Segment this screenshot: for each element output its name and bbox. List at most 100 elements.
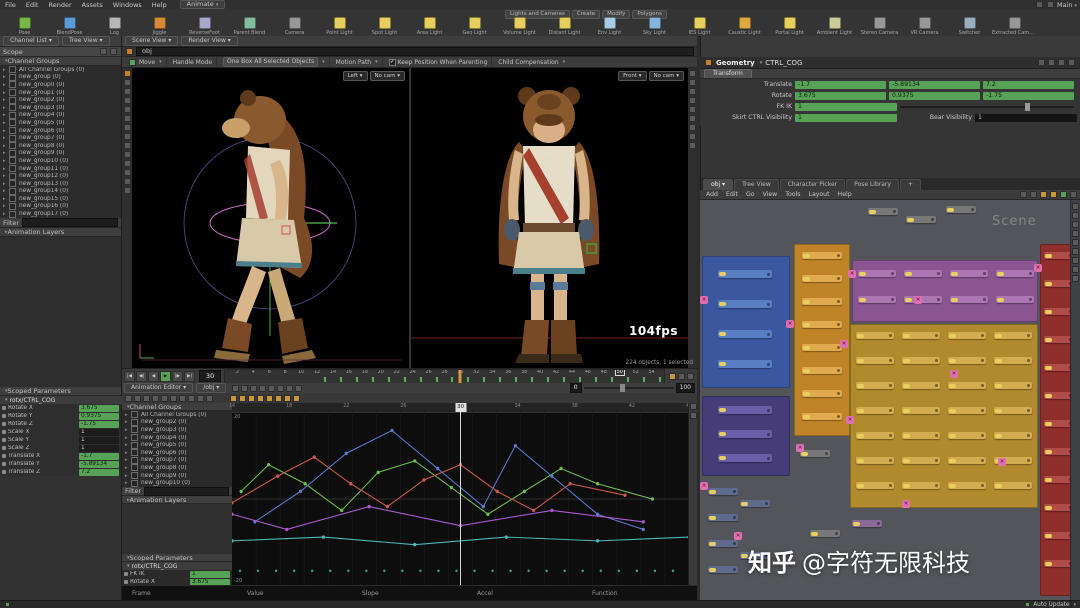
node-flag-icon[interactable]: [719, 362, 726, 366]
keyframe-tick[interactable]: [547, 376, 550, 382]
shelf-tool-vr-camera[interactable]: VR Camera: [902, 17, 947, 36]
checkbox-icon[interactable]: [9, 165, 16, 173]
node-flag-icon[interactable]: [1045, 421, 1052, 426]
ae-mode-icon[interactable]: [197, 394, 204, 402]
ae-tool-icon[interactable]: [259, 384, 267, 392]
keyframe-point[interactable]: [650, 497, 655, 501]
ae-groups-header[interactable]: ▾ Channel Groups: [122, 403, 232, 411]
node-flag-icon[interactable]: [1045, 281, 1052, 286]
node-flag-icon[interactable]: [949, 458, 956, 463]
network-node[interactable]: [856, 432, 894, 439]
shelf-tool-reversefoot[interactable]: ReverseFoot: [182, 17, 227, 36]
shelf-tool-geo-light[interactable]: Geo Light: [452, 17, 497, 36]
node-flag-icon[interactable]: [1045, 449, 1052, 454]
keyframe-tick[interactable]: [610, 376, 613, 382]
node-flag-icon[interactable]: [995, 358, 1002, 363]
keyframe-tick[interactable]: [323, 376, 326, 382]
network-menu-go[interactable]: Go: [742, 191, 759, 198]
timeline-frame-16[interactable]: 16: [346, 370, 352, 375]
grid-icon[interactable]: [1030, 191, 1037, 198]
ae-channel-group-new-group9-0[interactable]: ▸ new_group9 (0): [122, 472, 232, 480]
network-node[interactable]: [902, 407, 940, 414]
timeline-frame-6[interactable]: 6: [268, 370, 271, 375]
checkbox-icon[interactable]: [9, 202, 16, 210]
network-node[interactable]: [708, 514, 738, 521]
network-node[interactable]: [802, 252, 842, 259]
shelf-tool-extracted-camera[interactable]: Extracted Camera: [992, 17, 1037, 36]
scene-viewports[interactable]: Left ▾ No cam ▾ Front ▾ No cam ▾ 104fps …: [122, 68, 697, 368]
keyframe-point[interactable]: [522, 489, 527, 494]
ae-bookmark-icon[interactable]: [284, 394, 291, 402]
channel-group-new-group13-0[interactable]: ▸ new_group13 (0): [0, 180, 121, 188]
ae-bookmark-icon[interactable]: [275, 394, 282, 402]
network-node[interactable]: [718, 360, 772, 368]
node-flag-icon[interactable]: [803, 299, 810, 304]
node-flag-icon[interactable]: [905, 297, 912, 302]
keyframe-point[interactable]: [232, 539, 234, 543]
network-node[interactable]: [708, 488, 738, 495]
view-tool-icon[interactable]: [123, 106, 131, 113]
network-tool-icon[interactable]: [1072, 203, 1079, 210]
node-flag-icon[interactable]: [709, 541, 716, 546]
camera-selector-button[interactable]: No cam ▾: [648, 71, 684, 81]
network-tool-icon[interactable]: [1072, 221, 1079, 228]
param-field[interactable]: -1.75: [983, 91, 1074, 100]
network-node[interactable]: [718, 330, 772, 338]
node-flag-icon[interactable]: [857, 408, 864, 413]
network-node[interactable]: [902, 432, 940, 439]
node-flag-icon[interactable]: [1045, 477, 1052, 482]
param-field[interactable]: -1.7: [795, 80, 886, 89]
gear-icon[interactable]: [1038, 59, 1045, 66]
node-flag-icon[interactable]: [903, 408, 910, 413]
checkbox-icon[interactable]: [131, 479, 138, 487]
desktop-selector[interactable]: Main ▾: [1057, 1, 1077, 9]
animation-curve[interactable]: [232, 506, 644, 531]
timeline-frame-14[interactable]: 14: [330, 370, 336, 375]
network-menu-tools[interactable]: Tools: [781, 191, 804, 198]
keyframe-point[interactable]: [550, 474, 554, 478]
shelf-tool-blendpose[interactable]: BlendPose: [47, 17, 92, 36]
tab-transform[interactable]: Transform: [704, 69, 752, 78]
ae-tool-icon[interactable]: [250, 384, 258, 392]
display-option-icon[interactable]: [689, 133, 696, 140]
scroll-icon[interactable]: [690, 412, 697, 419]
param-value-field[interactable]: -1.7: [79, 452, 119, 460]
network-node[interactable]: [858, 270, 896, 277]
ae-tool-icon[interactable]: [277, 384, 285, 392]
node-flag-icon[interactable]: [803, 322, 810, 327]
playbar-options-icon[interactable]: [687, 372, 694, 380]
keyframe-point[interactable]: [623, 493, 627, 497]
network-node[interactable]: [858, 296, 896, 303]
keyframe-point[interactable]: [449, 485, 453, 490]
network-box-blue-group[interactable]: [702, 256, 790, 388]
ae-param-group-row[interactable]: ▾ rotx/CTRL_COG: [122, 562, 232, 570]
node-flag-icon[interactable]: [741, 553, 748, 558]
network-node[interactable]: [948, 407, 986, 414]
node-flag-icon[interactable]: [995, 483, 1002, 488]
channel-group-new-group9-0[interactable]: ▸ new_group9 (0): [0, 149, 121, 158]
node-flag-icon[interactable]: [903, 483, 910, 488]
shelf-tool-sky-light[interactable]: Sky Light: [632, 17, 677, 36]
ae-channel-group-new-group4-0[interactable]: ▸ new_group4 (0): [122, 434, 232, 442]
keyframe-point[interactable]: [568, 482, 572, 486]
shelf-tool-jiggle[interactable]: Jiggle: [137, 17, 182, 36]
timeline-frame-50[interactable]: 50: [614, 369, 625, 376]
ae-filter-input[interactable]: [144, 486, 229, 496]
node-name-field[interactable]: CTRL_COG: [765, 59, 802, 67]
network-node[interactable]: [950, 296, 988, 303]
timeline-frame-22[interactable]: 22: [394, 370, 400, 375]
checkbox-icon[interactable]: [131, 426, 138, 434]
current-frame-field[interactable]: 30: [199, 370, 221, 382]
channel-group-new-group3-0[interactable]: ▸ new_group3 (0): [0, 104, 121, 112]
timeline-frame-20[interactable]: 20: [378, 370, 384, 375]
node-flag-icon[interactable]: [995, 408, 1002, 413]
channel-group-new-group2-0[interactable]: ▸ new_group2 (0): [0, 96, 121, 104]
keyframe-point[interactable]: [385, 504, 389, 509]
pin-icon[interactable]: [1048, 59, 1055, 66]
param-group-row[interactable]: ▾ rotx/CTRL_COG: [0, 396, 127, 404]
shelf-tool-stereo-camera[interactable]: Stereo Camera: [857, 17, 902, 36]
keyframe-point[interactable]: [312, 455, 316, 459]
network-node[interactable]: [802, 367, 842, 374]
node-flag-icon[interactable]: [803, 414, 810, 419]
network-node[interactable]: [902, 332, 940, 339]
